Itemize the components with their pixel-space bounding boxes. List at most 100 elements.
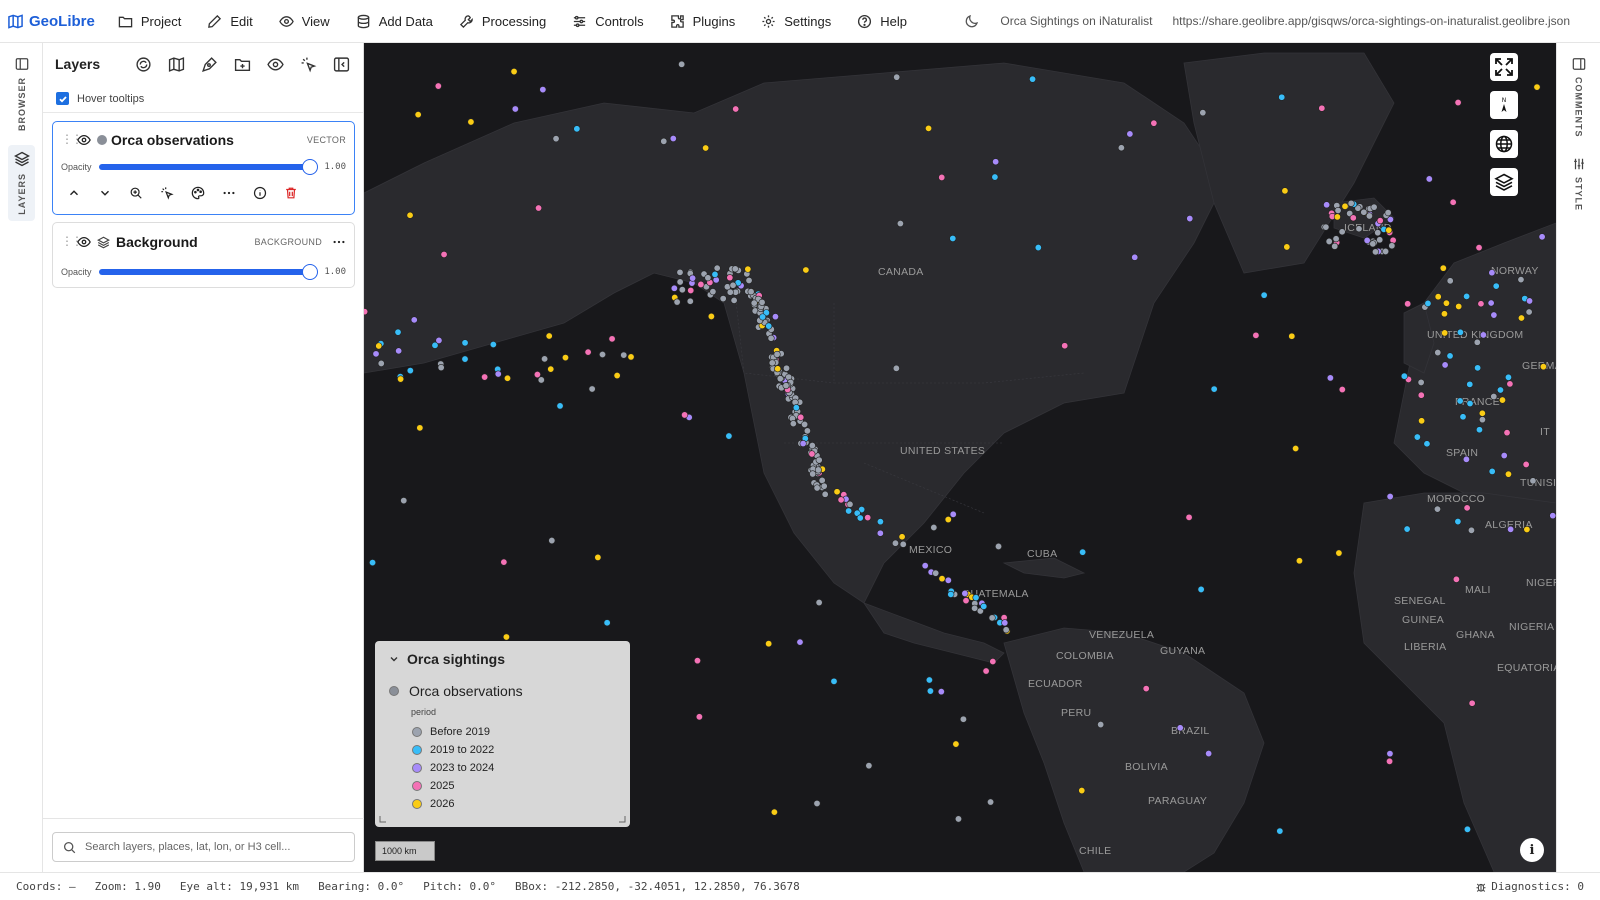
observation-point[interactable] xyxy=(815,456,823,464)
observation-point[interactable] xyxy=(1001,619,1009,627)
observation-point[interactable] xyxy=(820,482,828,490)
observation-point[interactable] xyxy=(747,288,755,296)
app-logo[interactable]: GeoLibre xyxy=(0,13,105,30)
observation-point[interactable] xyxy=(814,466,822,474)
zoom-to-layer-icon[interactable] xyxy=(129,186,143,200)
observation-point[interactable] xyxy=(533,371,541,379)
observation-point[interactable] xyxy=(989,658,997,666)
observation-point[interactable] xyxy=(539,86,547,94)
observation-point[interactable] xyxy=(1385,226,1393,234)
observation-point[interactable] xyxy=(745,276,753,284)
observation-point[interactable] xyxy=(1186,215,1194,223)
observation-point[interactable] xyxy=(494,370,502,378)
observation-point[interactable] xyxy=(930,524,938,532)
observation-point[interactable] xyxy=(1374,229,1382,237)
observation-point[interactable] xyxy=(776,375,784,383)
observation-point[interactable] xyxy=(670,284,678,292)
observation-point[interactable] xyxy=(926,687,934,695)
observation-point[interactable] xyxy=(1479,331,1487,339)
observation-point[interactable] xyxy=(730,296,738,304)
observation-point[interactable] xyxy=(1322,223,1330,231)
observation-point[interactable] xyxy=(1496,386,1504,394)
observation-point[interactable] xyxy=(750,299,758,307)
hover-tooltips-checkbox[interactable] xyxy=(56,92,69,105)
observation-point[interactable] xyxy=(1463,504,1471,512)
observation-point[interactable] xyxy=(1403,525,1411,533)
rail-browser-button[interactable]: BROWSER xyxy=(8,57,35,131)
observation-point[interactable] xyxy=(759,313,767,321)
menu-controls[interactable]: Controls xyxy=(559,0,656,43)
observation-point[interactable] xyxy=(744,265,752,273)
observation-point[interactable] xyxy=(770,808,778,816)
observation-point[interactable] xyxy=(1533,83,1541,91)
eye-icon[interactable] xyxy=(77,235,91,249)
search-input[interactable]: Search layers, places, lat, lon, or H3 c… xyxy=(52,832,355,862)
observation-point[interactable] xyxy=(1442,299,1450,307)
observation-point[interactable] xyxy=(1538,233,1546,241)
observation-point[interactable] xyxy=(1288,332,1296,340)
slider-thumb[interactable] xyxy=(302,264,319,280)
observation-point[interactable] xyxy=(1433,505,1441,513)
observation-point[interactable] xyxy=(921,562,929,570)
observation-point[interactable] xyxy=(406,211,414,219)
observation-point[interactable] xyxy=(695,713,703,721)
observation-point[interactable] xyxy=(1523,525,1531,533)
observation-point[interactable] xyxy=(808,442,816,450)
observation-point[interactable] xyxy=(1323,201,1331,209)
observation-point[interactable] xyxy=(1539,363,1547,371)
observation-point[interactable] xyxy=(1440,310,1448,318)
observation-point[interactable] xyxy=(584,348,592,356)
observation-point[interactable] xyxy=(613,372,621,380)
observation-point[interactable] xyxy=(1503,429,1511,437)
observation-point[interactable] xyxy=(1467,526,1475,534)
observation-point[interactable] xyxy=(1529,477,1537,485)
observation-point[interactable] xyxy=(676,278,684,286)
observation-point[interactable] xyxy=(461,355,469,363)
observation-point[interactable] xyxy=(669,135,677,143)
observation-point[interactable] xyxy=(758,298,766,306)
observation-point[interactable] xyxy=(1292,445,1300,453)
menu-view[interactable]: View xyxy=(266,0,343,43)
observation-point[interactable] xyxy=(1477,300,1485,308)
observation-point[interactable] xyxy=(995,542,1003,550)
observation-point[interactable] xyxy=(1404,300,1412,308)
observation-point[interactable] xyxy=(364,308,369,316)
observation-point[interactable] xyxy=(1424,299,1432,307)
observation-point[interactable] xyxy=(1434,293,1442,301)
opacity-slider[interactable] xyxy=(99,159,319,175)
observation-point[interactable] xyxy=(1252,331,1260,339)
observation-point[interactable] xyxy=(1463,825,1471,833)
observation-point[interactable] xyxy=(1281,187,1289,195)
observation-point[interactable] xyxy=(799,440,807,448)
observation-point[interactable] xyxy=(1376,236,1384,244)
menu-edit[interactable]: Edit xyxy=(194,0,265,43)
observation-point[interactable] xyxy=(725,432,733,440)
observation-point[interactable] xyxy=(1150,119,1158,127)
observation-point[interactable] xyxy=(689,274,697,282)
observation-point[interactable] xyxy=(1199,109,1207,117)
observation-point[interactable] xyxy=(1363,236,1371,244)
observation-point[interactable] xyxy=(709,288,717,296)
observation-point[interactable] xyxy=(1335,549,1343,557)
observation-point[interactable] xyxy=(1334,206,1342,214)
observation-point[interactable] xyxy=(372,350,380,358)
observation-point[interactable] xyxy=(1360,208,1368,216)
observation-point[interactable] xyxy=(1500,452,1508,460)
observation-point[interactable] xyxy=(813,799,821,807)
observation-point[interactable] xyxy=(1278,93,1286,101)
menu-project[interactable]: Project xyxy=(105,0,194,43)
observation-point[interactable] xyxy=(1504,470,1512,478)
observation-point[interactable] xyxy=(937,688,945,696)
observation-point[interactable] xyxy=(561,354,569,362)
observation-point[interactable] xyxy=(949,510,957,518)
observation-point[interactable] xyxy=(1462,455,1470,463)
observation-point[interactable] xyxy=(1459,413,1467,421)
observation-point[interactable] xyxy=(1365,212,1373,220)
observation-point[interactable] xyxy=(681,411,689,419)
observation-point[interactable] xyxy=(1400,372,1408,380)
observation-point[interactable] xyxy=(535,204,543,212)
observation-point[interactable] xyxy=(796,638,804,646)
observation-point[interactable] xyxy=(864,514,872,522)
observation-point[interactable] xyxy=(676,268,684,276)
observation-point[interactable] xyxy=(1117,144,1125,152)
